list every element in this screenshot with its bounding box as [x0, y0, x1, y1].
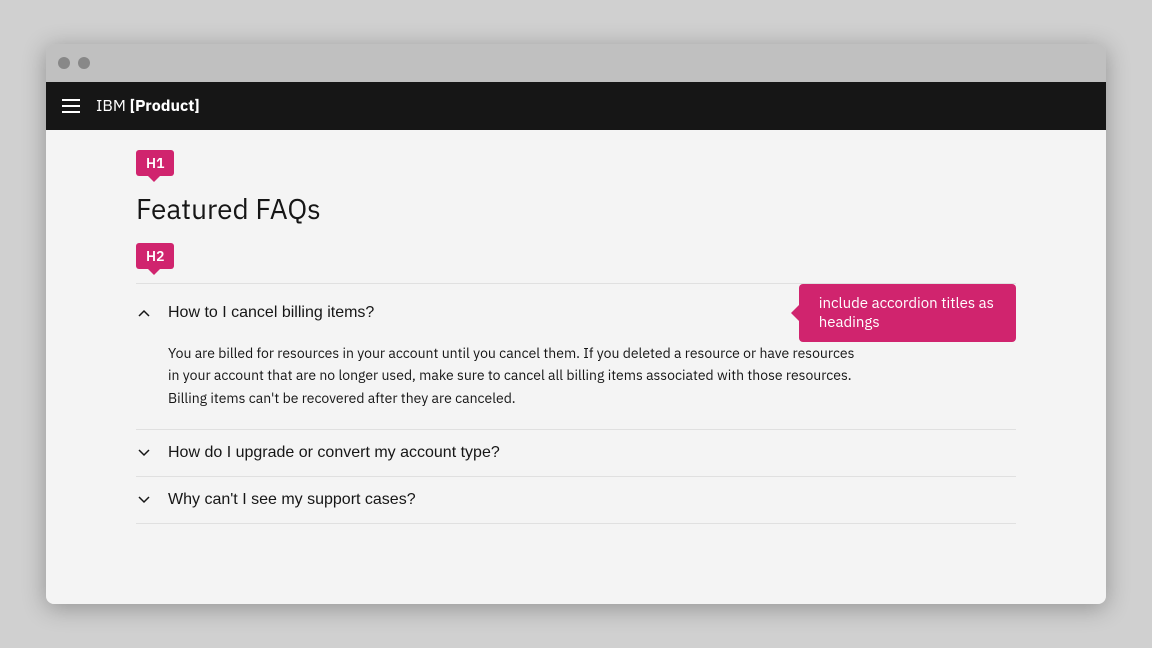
chevron-down-icon-3 — [136, 492, 152, 508]
page-h1: Featured FAQs — [136, 190, 1016, 227]
nav-title-bold: [Product] — [130, 96, 200, 116]
tooltip-callout: include accordion titles as headings — [799, 284, 1016, 342]
page-content: H1 Featured FAQs H2 How to I can — [46, 130, 1106, 604]
hamburger-menu-icon[interactable] — [62, 99, 80, 113]
accordion-item-2: How do I upgrade or convert my account t… — [136, 429, 1016, 476]
nav-title-regular: IBM — [96, 96, 130, 116]
browser-chrome — [46, 44, 1106, 82]
accordion-item-1: How to I cancel billing items? include a… — [136, 283, 1016, 429]
accordion-title-2: How do I upgrade or convert my account t… — [168, 444, 500, 462]
accordion-title-3: Why can't I see my support cases? — [168, 491, 416, 509]
browser-dot-1 — [58, 57, 70, 69]
tooltip-text: include accordion titles as headings — [819, 294, 996, 332]
accordion-toggle-3[interactable]: Why can't I see my support cases? — [136, 477, 1016, 523]
accordion-toggle-1[interactable]: How to I cancel billing items? — [136, 290, 787, 336]
accordion-toggle-2[interactable]: How do I upgrade or convert my account t… — [136, 430, 1016, 476]
accordion-title-1: How to I cancel billing items? — [168, 304, 374, 322]
h1-badge: H1 — [136, 150, 174, 176]
chevron-up-icon — [136, 305, 152, 321]
accordion-body-1: You are billed for resources in your acc… — [168, 342, 856, 409]
browser-dot-2 — [78, 57, 90, 69]
accordion-content-1: You are billed for resources in your acc… — [136, 342, 856, 429]
nav-title: IBM [Product] — [96, 96, 200, 116]
accordion-header-row-1: How to I cancel billing items? include a… — [136, 284, 1016, 342]
top-nav: IBM [Product] — [46, 82, 1106, 130]
accordion-item-3: Why can't I see my support cases? — [136, 476, 1016, 524]
chevron-down-icon-2 — [136, 445, 152, 461]
h1-badge-wrapper: H1 — [136, 150, 1016, 182]
h2-badge-wrapper: H2 — [136, 243, 1016, 275]
h2-badge: H2 — [136, 243, 174, 269]
browser-window: IBM [Product] H1 Featured FAQs H2 — [46, 44, 1106, 604]
accordion: How to I cancel billing items? include a… — [136, 283, 1016, 524]
